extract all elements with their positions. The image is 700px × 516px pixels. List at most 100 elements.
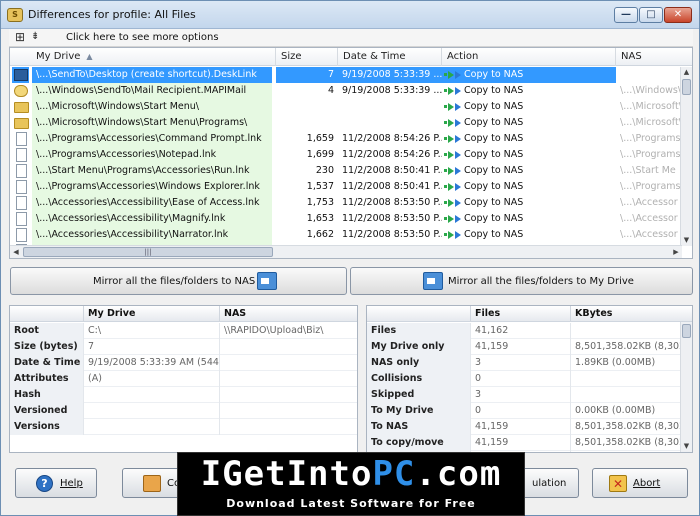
copy-arrow-icon <box>448 87 454 95</box>
watermark-logo: IGetIntoPC.com <box>200 454 502 494</box>
file-icon <box>16 132 27 146</box>
summary-files-value: 41,159 <box>471 435 571 451</box>
summary-header-blank <box>367 306 471 322</box>
file-icon <box>16 180 27 194</box>
row-icon-cell <box>12 131 29 147</box>
vertical-scrollbar[interactable]: ▲ ▼ <box>680 67 692 246</box>
summary-scroll-thumb[interactable] <box>682 324 691 338</box>
row-action[interactable]: Copy to NAS <box>442 211 616 227</box>
table-row[interactable]: \...\Windows\SendTo\Mail Recipient.MAPIM… <box>10 83 682 99</box>
row-size: 1,662 <box>306 229 334 240</box>
row-action[interactable]: Copy to NAS <box>442 67 616 83</box>
row-action[interactable]: Copy to NAS <box>442 195 616 211</box>
column-header-action[interactable]: Action <box>442 48 616 66</box>
details-header: My Drive NAS <box>10 306 357 322</box>
copy-icon <box>143 475 161 492</box>
row-action[interactable]: Copy to NAS <box>442 227 616 243</box>
row-date: 11/2/2008 8:53:50 P... <box>342 213 442 224</box>
table-row[interactable]: \...\SendTo\Desktop (create shortcut).De… <box>10 67 682 83</box>
help-button[interactable]: ? Help <box>15 468 97 498</box>
close-button[interactable]: ✕ <box>664 7 692 23</box>
action-dot-icon <box>444 153 447 156</box>
mirror-to-nas-button[interactable]: Mirror all the files/folders to NAS <box>10 267 347 295</box>
table-row[interactable]: \...\Microsoft\Windows\Start Menu\Progra… <box>10 115 682 131</box>
copy-arrow-icon <box>455 215 461 223</box>
row-date: 11/2/2008 8:50:41 P... <box>342 181 442 192</box>
mirror-to-mydrive-button[interactable]: Mirror all the files/folders to My Drive <box>350 267 693 295</box>
scroll-down-icon[interactable]: ▼ <box>681 235 692 246</box>
row-icon-cell <box>12 115 29 131</box>
more-options-link[interactable]: Click here to see more options <box>66 32 219 43</box>
row-action[interactable]: Copy to NAS <box>442 115 616 131</box>
summary-row: To copy/move41,159 8,501,358.02KB (8,302.… <box>367 435 681 451</box>
row-action[interactable]: Copy to NAS <box>442 131 616 147</box>
summary-kbytes-value: 1.89KB (0.00MB) <box>575 357 656 368</box>
scroll-right-icon[interactable]: ▶ <box>670 246 682 258</box>
copy-arrow-icon <box>455 199 461 207</box>
summary-label: To My Drive <box>367 403 471 419</box>
table-row[interactable]: \...\Accessories\Accessibility\Ease of A… <box>10 195 682 211</box>
summary-kbytes-value <box>571 323 681 339</box>
copy-arrow-icon <box>455 103 461 111</box>
summary-row: To NAS41,159 8,501,358.02KB (8,302... <box>367 419 681 435</box>
watermark-banner: IGetIntoPC.com Download Latest Software … <box>177 452 525 516</box>
expand-icon[interactable]: ⊞ <box>15 30 25 44</box>
row-date: 9/19/2008 5:33:39 ... <box>338 67 442 83</box>
scroll-up-icon[interactable]: ▲ <box>681 67 692 78</box>
window-title: Differences for profile: All Files <box>28 8 196 21</box>
scroll-left-icon[interactable]: ◀ <box>10 246 22 258</box>
column-header-size[interactable]: Size (bytes) <box>276 48 338 79</box>
action-dot-icon <box>444 233 447 236</box>
summary-scrollbar[interactable]: ▼ <box>680 322 692 452</box>
table-row[interactable]: \...\Programs\Accessories\Notepad.lnk 1,6… <box>10 147 682 163</box>
row-icon-cell <box>12 179 29 195</box>
differences-list: My Drive▲ Size (bytes) Date & Time Actio… <box>9 47 693 259</box>
row-action-label: Copy to NAS <box>464 213 524 224</box>
summary-panel: Files KBytes Files 41,162 My Drive only 41,… <box>366 305 693 453</box>
table-row[interactable]: \...\Accessories\Accessibility\Magnify.l… <box>10 211 682 227</box>
hscroll-thumb[interactable]: ||| <box>23 247 273 257</box>
horizontal-scrollbar[interactable]: ◀ ||| ▶ <box>10 245 682 258</box>
table-row[interactable]: \...\Programs\Accessories\Command Prompt… <box>10 131 682 147</box>
minimize-button[interactable]: — <box>614 7 638 23</box>
row-action[interactable]: Copy to NAS <box>442 99 616 115</box>
row-date: 9/19/2008 5:33:39 ... <box>342 85 442 96</box>
summary-files-value: 0 <box>471 371 571 387</box>
details-nas-value <box>220 371 357 387</box>
action-dot-icon <box>444 89 447 92</box>
table-row[interactable]: \...\Accessories\Accessibility\Narrator.… <box>10 227 682 243</box>
window: S Differences for profile: All Files — □… <box>0 0 700 516</box>
scroll-thumb[interactable] <box>682 79 691 95</box>
row-path: \...\SendTo\Desktop (create shortcut).De… <box>32 67 272 83</box>
row-action[interactable]: Copy to NAS <box>442 83 616 99</box>
copy-arrow-icon <box>448 215 454 223</box>
maximize-button[interactable]: □ <box>639 7 663 23</box>
row-action[interactable]: Copy to NAS <box>442 147 616 163</box>
abort-button[interactable]: ✕ Abort <box>592 468 688 498</box>
row-action[interactable]: Copy to NAS <box>442 163 616 179</box>
copy-arrow-icon <box>448 167 454 175</box>
row-action[interactable]: Copy to NAS <box>442 179 616 195</box>
row-action-label: Copy to NAS <box>464 165 524 176</box>
details-label: Attributes <box>10 371 84 387</box>
details-row: Size (bytes) 7 <box>10 339 357 355</box>
column-header-nas[interactable]: NAS <box>616 48 692 66</box>
copy-arrow-icon <box>448 199 454 207</box>
table-row[interactable]: \...\Start Menu\Programs\Accessories\Run… <box>10 163 682 179</box>
summary-scroll-down-icon[interactable]: ▼ <box>681 441 692 452</box>
row-icon-cell <box>12 99 29 115</box>
table-row[interactable]: \...\Microsoft\Windows\Start Menu\ Copy t… <box>10 99 682 115</box>
summary-row: Collisions 0 <box>367 371 681 387</box>
column-header-datetime[interactable]: Date & Time <box>338 48 442 66</box>
column-header-mydrive[interactable]: My Drive ▲ <box>10 48 276 66</box>
folder-icon <box>14 102 29 113</box>
collapse-icon[interactable]: ⇟ <box>31 30 39 44</box>
details-mydrive-value: (A) <box>84 371 220 387</box>
table-row[interactable]: \...\Programs\Accessories\Windows Explor… <box>10 179 682 195</box>
mirror-to-nas-icon <box>257 272 277 290</box>
file-icon <box>16 164 27 178</box>
summary-label: To copy/move <box>367 435 471 451</box>
details-nas-value: \\RAPIDO\Upload\Biz\ <box>224 325 324 336</box>
row-icon-cell <box>12 163 29 179</box>
help-icon: ? <box>36 475 53 492</box>
